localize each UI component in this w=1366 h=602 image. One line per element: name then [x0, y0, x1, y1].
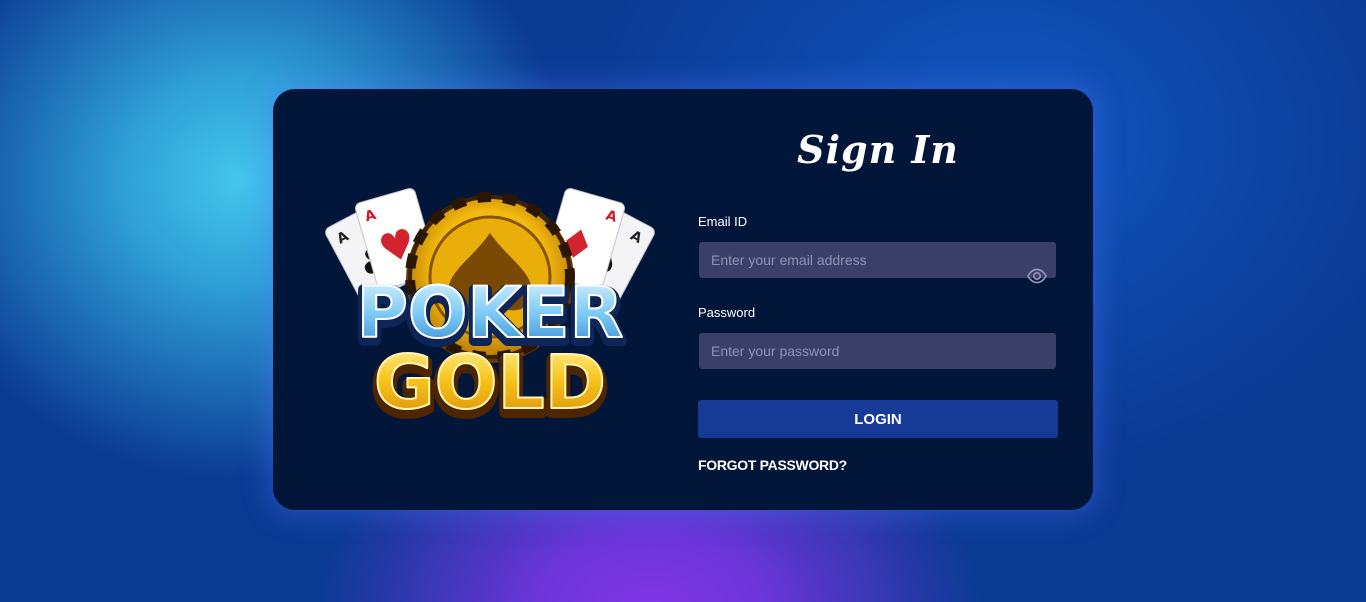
- signin-title: Sign In: [797, 127, 959, 172]
- password-input[interactable]: [699, 333, 1056, 369]
- poker-gold-logo-graphic: A ♣ A ♥ A ♠ A ♦: [325, 188, 655, 426]
- email-input[interactable]: [699, 242, 1056, 278]
- logo-line2: GOLD: [374, 340, 606, 426]
- login-card: A ♣ A ♥ A ♠ A ♦: [273, 89, 1093, 510]
- password-label: Password: [698, 305, 756, 320]
- signin-form: Sign In Email ID Password LOGIN FORGOT P…: [698, 89, 1058, 510]
- forgot-password-link[interactable]: FORGOT PASSWORD?: [698, 457, 847, 473]
- eye-icon[interactable]: [1026, 265, 1048, 287]
- login-button[interactable]: LOGIN: [698, 400, 1058, 438]
- poker-gold-logo: A ♣ A ♥ A ♠ A ♦: [320, 181, 660, 426]
- email-label: Email ID: [698, 214, 748, 229]
